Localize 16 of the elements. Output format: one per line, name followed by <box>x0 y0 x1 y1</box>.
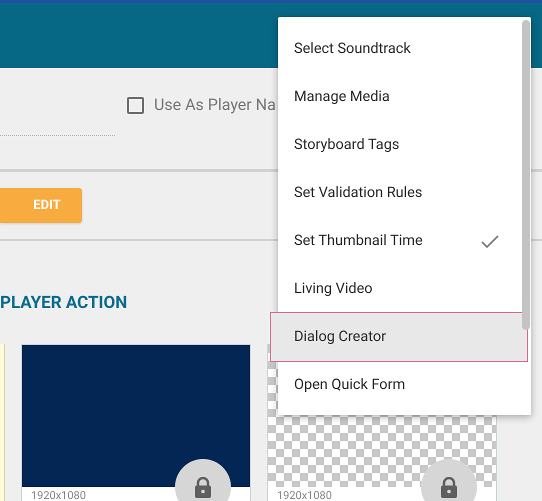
check-icon <box>481 234 499 248</box>
menu-item[interactable]: Dialog Creator <box>271 313 527 361</box>
size-label: 1920x1080 <box>30 488 87 501</box>
checkbox[interactable] <box>127 96 144 114</box>
menu-item[interactable]: Set Validation Rules <box>278 169 531 217</box>
scrollbar[interactable] <box>522 20 530 330</box>
checkbox-label: Use As Player Na <box>154 94 276 116</box>
section-title: PLAYER ACTION <box>0 292 128 315</box>
menu-item[interactable]: Storyboard Tags <box>278 121 531 169</box>
lock-icon <box>441 476 457 498</box>
menu-item[interactable]: Select Soundtrack <box>278 25 531 73</box>
size-label: 1920x1080 <box>276 488 333 501</box>
menu-item[interactable]: Living Video <box>278 265 531 313</box>
menu-item[interactable]: Set Thumbnail Time <box>278 217 531 265</box>
menu-item[interactable]: Manage Media <box>278 73 531 121</box>
lock-icon <box>195 476 211 498</box>
